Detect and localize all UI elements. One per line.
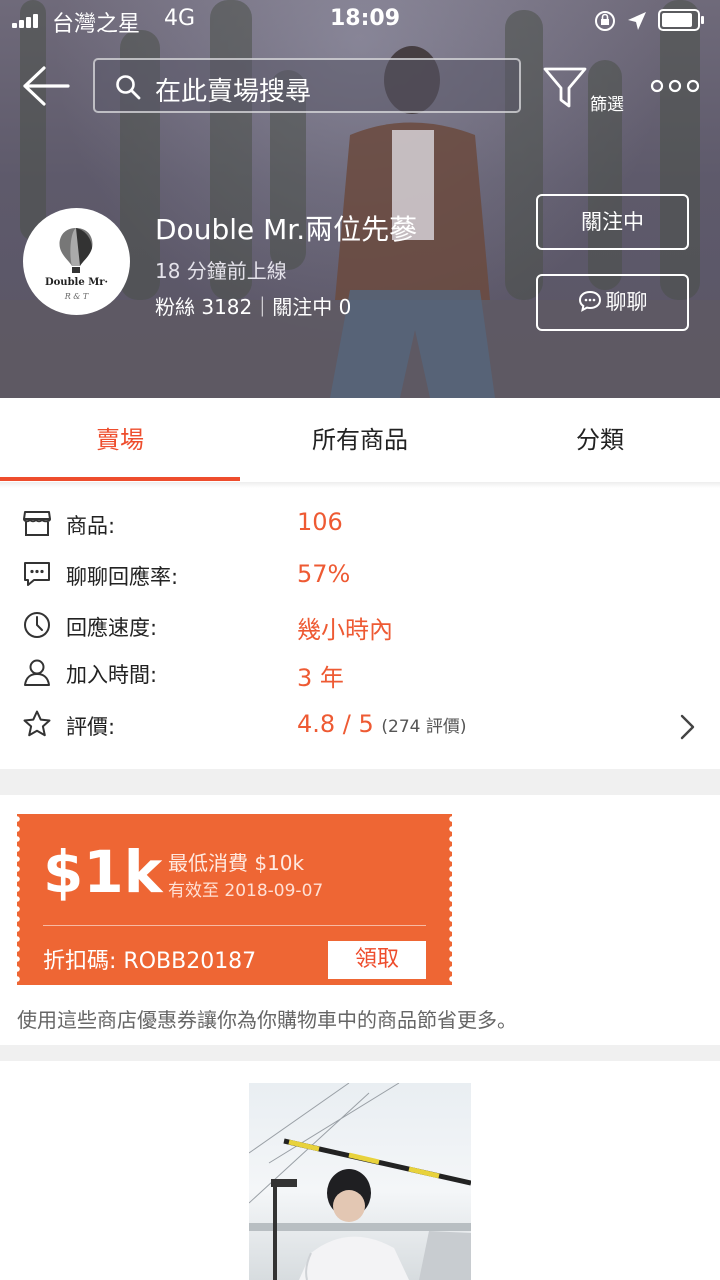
- follow-button[interactable]: 關注中: [536, 194, 689, 250]
- carrier-name: 台灣之星: [52, 12, 141, 37]
- orientation-lock-icon: [595, 11, 615, 31]
- avatar-brand-subtext: R & T: [64, 292, 89, 301]
- response-speed-label: 回應速度:: [66, 616, 158, 640]
- more-options-icon[interactable]: [650, 76, 700, 96]
- shop-banner-image[interactable]: [249, 1083, 471, 1280]
- rating-row[interactable]: 4.8 / 5 (274 評價): [297, 710, 467, 738]
- products-label: 商品:: [66, 514, 116, 538]
- voucher-validity: 有效至 2018-09-07: [168, 881, 324, 901]
- battery-icon: [658, 9, 704, 31]
- joined-value: 3 年: [297, 664, 344, 692]
- filter-label: 篩選: [590, 95, 624, 115]
- avatar-brand-text: Double Mr·: [44, 277, 109, 288]
- chat-rate-label: 聊聊回應率:: [66, 565, 179, 589]
- rating-value: 4.8 / 5: [297, 710, 374, 738]
- joined-label: 加入時間:: [66, 663, 158, 687]
- voucher-min-spend: 最低消費 $10k: [168, 851, 305, 875]
- storefront-icon: [23, 511, 51, 536]
- filter-button[interactable]: 篩選: [540, 62, 632, 116]
- rating-label: 評價:: [66, 715, 116, 739]
- back-arrow-icon[interactable]: [20, 64, 74, 108]
- follower-stats: 粉絲 3182｜關注中 0: [155, 295, 352, 319]
- clock: 18:09: [330, 6, 401, 31]
- products-value: 106: [297, 508, 343, 536]
- shop-voucher: $1k 最低消費 $10k 有效至 2018-09-07 折扣碼: ROBB20…: [14, 814, 455, 985]
- clock-icon: [24, 612, 50, 638]
- online-status: 18 分鐘前上線: [155, 259, 287, 283]
- network-type: 4G: [164, 6, 196, 31]
- hot-air-balloon-logo: [59, 228, 93, 273]
- chat-bubble-icon: [24, 562, 50, 586]
- shop-search-input[interactable]: 在此賣場搜尋: [93, 58, 521, 113]
- section-divider: [0, 1045, 720, 1061]
- chat-button[interactable]: 聊聊: [536, 274, 689, 331]
- shop-cover: 台灣之星 4G 18:09 在此賣場搜尋 篩選 Double Mr· R & T…: [0, 0, 720, 398]
- section-divider: [0, 769, 720, 795]
- response-speed-value: 幾小時內: [297, 616, 393, 644]
- tab-categories[interactable]: 分類: [480, 398, 720, 482]
- person-icon: [24, 659, 50, 686]
- active-tab-indicator: [0, 477, 240, 481]
- shop-tabs: 賣場 所有商品 分類: [0, 398, 720, 482]
- tab-shop[interactable]: 賣場: [0, 398, 240, 482]
- chat-rate-value: 57%: [297, 560, 351, 588]
- voucher-description: 使用這些商店優惠券讓你為你購物車中的商品節省更多。: [17, 1008, 517, 1032]
- star-icon: [23, 710, 51, 737]
- claim-voucher-button[interactable]: 領取: [328, 941, 426, 979]
- chevron-right-icon[interactable]: [678, 712, 698, 742]
- location-arrow-icon: [628, 12, 646, 30]
- chat-bubble-icon: [578, 290, 601, 312]
- tab-all-products[interactable]: 所有商品: [240, 398, 480, 482]
- search-icon: [116, 75, 141, 100]
- search-placeholder: 在此賣場搜尋: [155, 77, 312, 107]
- shop-name: Double Mr.兩位先蔘: [155, 213, 418, 246]
- signal-icon: [12, 14, 40, 28]
- voucher-amount: $1k: [43, 838, 163, 906]
- rating-count: (274 評價): [381, 717, 467, 737]
- voucher-divider: [43, 925, 426, 926]
- tabs-divider: [0, 482, 720, 488]
- shop-avatar[interactable]: Double Mr· R & T: [23, 208, 130, 315]
- chat-label: 聊聊: [605, 290, 648, 314]
- filter-funnel-icon: [543, 67, 587, 108]
- voucher-code: 折扣碼: ROBB20187: [43, 949, 257, 974]
